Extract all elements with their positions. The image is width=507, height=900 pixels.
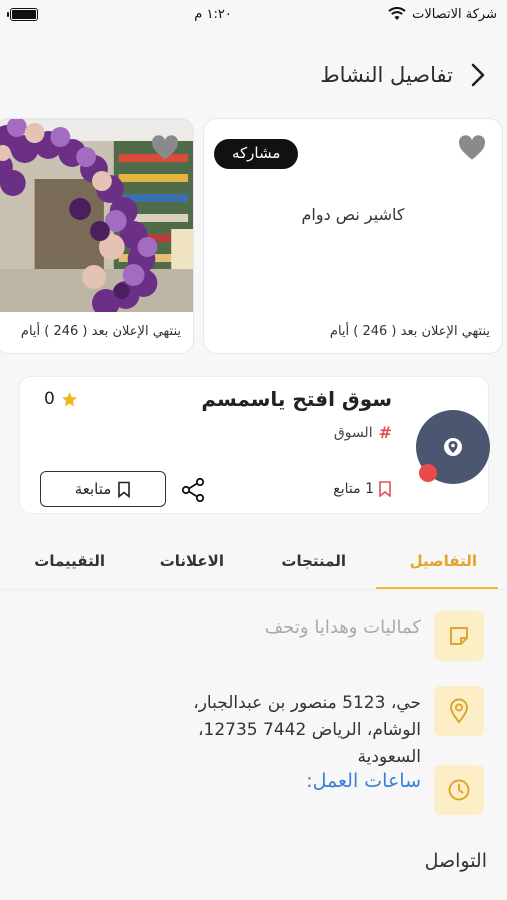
ad-badge: مشاركه: [214, 139, 299, 169]
hash-icon: #: [378, 423, 392, 442]
page-header: تفاصيل النشاط: [0, 55, 507, 95]
page-title: تفاصيل النشاط: [320, 63, 453, 87]
status-time: ١:٢٠ م: [194, 6, 232, 22]
share-icon[interactable]: [180, 477, 206, 503]
store-logo-icon: [444, 438, 462, 456]
ad-expiry: ينتهي الإعلان بعد ( 246 ) أيام: [329, 324, 490, 339]
ad-card[interactable]: مشاركه كاشير نص دوام ينتهي الإعلان بعد (…: [203, 118, 503, 354]
heart-icon[interactable]: [458, 135, 486, 161]
heart-icon[interactable]: [151, 135, 179, 161]
status-bar: ١:٢٠ م شركة الاتصالات: [0, 0, 507, 28]
wifi-icon: [388, 7, 406, 20]
store-name: سوق افتح ياسمسم: [201, 387, 392, 411]
followers-count: 1 متابع: [333, 481, 392, 497]
store-description: كماليات وهدايا وتحف: [264, 617, 421, 638]
tab-reviews[interactable]: التقييمات: [34, 552, 105, 570]
bookmark-icon: [379, 481, 391, 497]
tab-bar: التفاصيل المنتجات الاعلانات التقييمات: [0, 540, 507, 590]
carrier-group: شركة الاتصالات: [388, 7, 497, 22]
back-chevron-icon[interactable]: [467, 62, 489, 88]
store-category: # السوق: [334, 423, 392, 442]
follow-button[interactable]: متابعة: [40, 471, 166, 507]
category-label: السوق: [333, 424, 373, 441]
note-icon: [434, 611, 484, 661]
ad-card[interactable]: ينتهي الإعلان بعد ( 246 ) أيام: [0, 118, 194, 354]
carrier-name: شركة الاتصالات: [412, 6, 497, 22]
notification-dot: [419, 464, 437, 482]
contact-section-title: التواصل: [424, 850, 487, 872]
clock-icon: [434, 765, 484, 815]
ad-title: كاشير نص دوام: [301, 205, 405, 224]
rating: 0: [44, 389, 78, 409]
bookmark-icon: [118, 481, 131, 498]
battery-icon: [7, 7, 38, 21]
ad-expiry: ينتهي الإعلان بعد ( 246 ) أيام: [20, 324, 181, 339]
location-pin-icon: [434, 686, 484, 736]
tab-details[interactable]: التفاصيل: [410, 552, 477, 570]
followers-label: 1 متابع: [333, 481, 374, 497]
store-address: حي، 5123 منصور بن عبدالجبار، الوشام، الر…: [193, 693, 421, 767]
tab-ads[interactable]: الاعلانات: [160, 552, 224, 570]
star-icon: [61, 391, 77, 406]
working-hours-link[interactable]: ساعات العمل:: [306, 770, 421, 792]
tab-products[interactable]: المنتجات: [281, 552, 346, 570]
rating-value: 0: [44, 389, 55, 409]
tabs-divider: [0, 589, 507, 590]
follow-button-label: متابعة: [74, 480, 112, 498]
